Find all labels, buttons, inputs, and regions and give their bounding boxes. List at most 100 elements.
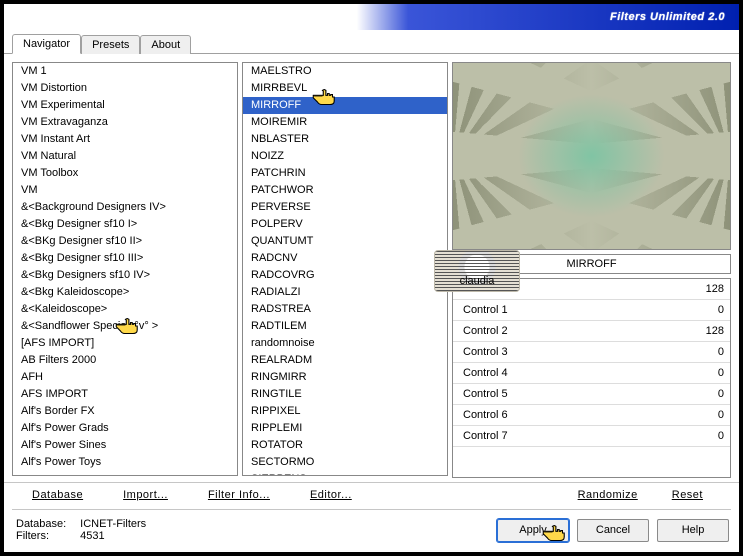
list-item[interactable]: VM Extravaganza [13,114,237,131]
list-item[interactable]: ROTATOR [243,437,447,454]
list-item[interactable]: POLPERV [243,216,447,233]
list-item[interactable]: randomnoise [243,335,447,352]
reset-link[interactable]: Reset [672,489,703,501]
list-item[interactable]: RADTILEM [243,318,447,335]
list-item[interactable]: VM 1 [13,63,237,80]
app-title: Filters Unlimited 2.0 [610,11,725,23]
controls-panel[interactable]: Control 0128Control 10Control 2128Contro… [452,278,731,478]
control-row[interactable]: Control 3 0 [453,342,730,363]
tab-row: Navigator Presets About [4,32,739,54]
control-value: 0 [696,409,724,421]
filter-info-link[interactable]: Filter Info... [208,489,270,501]
database-link[interactable]: Database [32,489,83,501]
tab-presets[interactable]: Presets [81,35,140,54]
list-item[interactable]: AFS IMPORT [13,386,237,403]
list-item[interactable]: RADSTREA [243,301,447,318]
editor-link[interactable]: Editor... [310,489,352,501]
list-item[interactable]: VM Distortion [13,80,237,97]
randomize-link[interactable]: Randomize [578,489,638,501]
list-item[interactable]: &<Background Designers IV> [13,199,237,216]
list-item[interactable]: SIERPENS [243,471,447,476]
import-link[interactable]: Import... [123,489,168,501]
filters-value: 4531 [80,530,146,542]
filter-list[interactable]: MAELSTROMIRRBEVLMIRROFFMOIREMIRNBLASTERN… [242,62,448,476]
apply-button[interactable]: Apply [497,519,569,542]
tab-about[interactable]: About [140,35,191,54]
preview-image [452,62,731,250]
control-name: Control 3 [463,346,508,358]
list-item[interactable]: &<Bkg Kaleidoscope> [13,284,237,301]
list-item[interactable]: RINGTILE [243,386,447,403]
list-item[interactable]: Alf's Border FX [13,403,237,420]
list-item[interactable]: PERVERSE [243,199,447,216]
status-grid: Database: ICNET-Filters Filters: 4531 [16,518,146,542]
links-row: Database Import... Filter Info... Editor… [4,482,739,507]
control-row[interactable]: Control 2128 [453,321,730,342]
title-bar: Filters Unlimited 2.0 [4,4,739,30]
list-item[interactable]: AFH [13,369,237,386]
control-row[interactable]: Control 6 0 [453,405,730,426]
list-item[interactable]: MAELSTRO [243,63,447,80]
list-item[interactable]: [AFS IMPORT] [13,335,237,352]
list-item[interactable]: RADCOVRG [243,267,447,284]
control-row[interactable]: Control 5 0 [453,384,730,405]
list-item[interactable]: PATCHWOR [243,182,447,199]
cancel-button[interactable]: Cancel [577,519,649,542]
list-item[interactable]: MOIREMIR [243,114,447,131]
control-value: 0 [696,304,724,316]
list-item[interactable]: Alf's Power Toys [13,454,237,471]
list-item[interactable]: RINGMIRR [243,369,447,386]
list-item[interactable]: MIRRBEVL [243,80,447,97]
control-value: 0 [696,346,724,358]
list-item[interactable]: RIPPLEMI [243,420,447,437]
footer: Database: ICNET-Filters Filters: 4531 Ap… [4,512,739,552]
control-row[interactable]: Control 7 0 [453,426,730,447]
separator [12,509,731,510]
control-name: Control 7 [463,430,508,442]
control-value: 0 [696,388,724,400]
list-item[interactable]: &<Bkg Designers sf10 IV> [13,267,237,284]
list-item[interactable]: &<Bkg Designer sf10 I> [13,216,237,233]
list-item[interactable]: VM Natural [13,148,237,165]
list-item[interactable]: PATCHRIN [243,165,447,182]
list-item[interactable]: RIPPIXEL [243,403,447,420]
list-item[interactable]: VM Toolbox [13,165,237,182]
category-list[interactable]: VM 1VM DistortionVM ExperimentalVM Extra… [12,62,238,476]
control-value: 128 [696,283,724,295]
db-label: Database: [16,518,66,530]
list-item[interactable]: REALRADM [243,352,447,369]
watermark-badge: claudia [434,250,520,292]
list-item[interactable]: QUANTUMT [243,233,447,250]
control-value: 0 [696,367,724,379]
list-item[interactable]: VM [13,182,237,199]
button-row: Apply Cancel Help [497,519,729,542]
list-item[interactable]: VM Experimental [13,97,237,114]
list-item[interactable]: &<BKg Designer sf10 II> [13,233,237,250]
control-value: 0 [696,430,724,442]
list-item[interactable]: Alf's Power Sines [13,437,237,454]
list-item[interactable]: NBLASTER [243,131,447,148]
list-item[interactable]: MIRROFF [243,97,447,114]
tab-navigator[interactable]: Navigator [12,34,81,54]
list-item[interactable]: VM Instant Art [13,131,237,148]
list-item[interactable]: SECTORMO [243,454,447,471]
control-name: Control 6 [463,409,508,421]
control-row[interactable]: Control 4 0 [453,363,730,384]
list-item[interactable]: &<Bkg Designer sf10 III> [13,250,237,267]
filters-label: Filters: [16,530,66,542]
control-name: Control 4 [463,367,508,379]
list-item[interactable]: AB Filters 2000 [13,352,237,369]
db-value: ICNET-Filters [80,518,146,530]
list-item[interactable]: &<Sandflower Specials°v° > [13,318,237,335]
control-name: Control 5 [463,388,508,400]
control-row[interactable]: Control 1 0 [453,300,730,321]
control-value: 128 [696,325,724,337]
list-item[interactable]: RADCNV [243,250,447,267]
control-name: Control 1 [463,304,508,316]
main-panel: VM 1VM DistortionVM ExperimentalVM Extra… [4,54,739,482]
list-item[interactable]: &<Kaleidoscope> [13,301,237,318]
list-item[interactable]: RADIALZI [243,284,447,301]
list-item[interactable]: Alf's Power Grads [13,420,237,437]
list-item[interactable]: NOIZZ [243,148,447,165]
help-button[interactable]: Help [657,519,729,542]
